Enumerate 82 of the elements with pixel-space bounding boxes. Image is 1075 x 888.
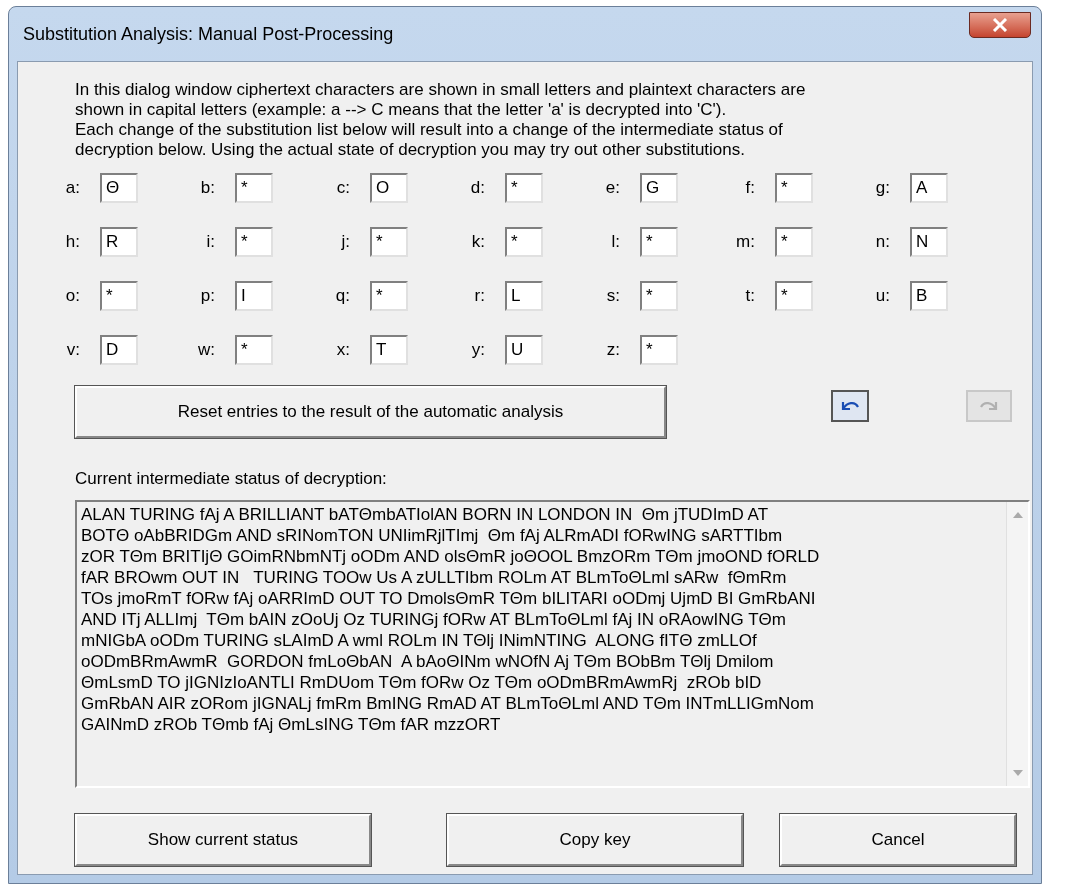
instruction-text: Each change of the substitution list below will result into a change of the intermediate status of	[75, 120, 784, 140]
plain-letter-field[interactable]: *	[370, 227, 408, 257]
cipher-letter-label: b:	[199, 177, 216, 200]
cipher-letter-label: z:	[605, 339, 621, 362]
instruction-text: decryption below. Using the actual state of decryption you may try out other substitutions.	[75, 140, 746, 160]
plain-letter-field[interactable]: G	[640, 173, 678, 203]
plain-letter-field[interactable]: *	[640, 281, 678, 311]
plain-letter-field[interactable]: *	[100, 281, 138, 311]
cipher-letter-label: m:	[735, 231, 756, 254]
cipher-letter-label: d:	[469, 177, 486, 200]
plain-letter-field[interactable]: U	[505, 335, 543, 365]
plain-letter-field[interactable]: *	[775, 227, 813, 257]
cipher-letter-label: w:	[197, 339, 216, 362]
reset-button[interactable]: Reset entries to the result of the automatic analysis	[75, 386, 666, 438]
undo-icon	[839, 399, 861, 413]
plain-letter-field[interactable]: *	[640, 335, 678, 365]
plain-letter-field[interactable]: N	[910, 227, 948, 257]
scroll-down-icon[interactable]	[1012, 769, 1023, 776]
cipher-letter-label: v:	[65, 339, 81, 362]
plain-letter-field[interactable]: *	[775, 173, 813, 203]
cipher-letter-label: k:	[470, 231, 486, 254]
plain-letter-field[interactable]: *	[505, 227, 543, 257]
cipher-letter-label: j:	[340, 231, 351, 254]
plain-letter-field[interactable]: *	[235, 335, 273, 365]
cipher-letter-label: r:	[473, 285, 486, 308]
decryption-text-line: ALAN TURING fAj A BRILLIANT bATΘmbATIolAN BORN IN LONDON IN Θm jTUDImD AT	[81, 503, 770, 525]
plain-letter-field[interactable]: *	[235, 227, 273, 257]
decryption-text-line: BOTΘ oAbBRIDGm AND sRINomTON UNIimRjlTImj Θm fAj ALRmADI fORwING sARTTIbm	[81, 524, 784, 546]
plain-letter-field[interactable]: I	[235, 281, 273, 311]
plain-letter-field[interactable]: O	[370, 173, 408, 203]
plain-letter-field[interactable]: R	[100, 227, 138, 257]
decryption-text-line: oODmBRmAwmR GORDON fmLoΘbAN A bAoΘINm wNOfN Aj TΘm BObBm TΘlj Dmilom	[81, 650, 775, 672]
decryption-text-line: GmRbAN AIR zORom jIGNALj fmRm BmING RmAD AT BLmToΘLml AND TΘm INTmLLIGmNom	[81, 692, 815, 714]
window-title: Substitution Analysis: Manual Post-Processing	[23, 22, 394, 46]
cipher-letter-label: l:	[610, 231, 621, 254]
scrollbar[interactable]	[1006, 501, 1028, 786]
cipher-letter-label: p:	[199, 285, 216, 308]
plain-letter-field[interactable]: B	[910, 281, 948, 311]
cancel-button[interactable]: Cancel	[779, 813, 1016, 866]
decryption-text-line: AND ITj ALLImj TΘm bAIN zOoUj Oz TURINGj fORw AT BLmToΘLml fAj IN oRAowING TΘm	[81, 608, 787, 630]
decryption-text-line: ΘmLsmD TO jIGNIzIoANTLI RmDUom TΘm fORw Oz TΘm oODmBRmAwmRj zROb bID	[81, 671, 763, 693]
cipher-letter-label: t:	[744, 285, 756, 308]
close-icon	[992, 18, 1008, 32]
cipher-letter-label: c:	[335, 177, 351, 200]
decryption-text-line: GAINmD zROb TΘmb fAj ΘmLsING TΘm fAR mzzORT	[81, 713, 502, 735]
plain-letter-field[interactable]: *	[370, 281, 408, 311]
cipher-letter-label: q:	[334, 285, 351, 308]
decryption-text-line: mNIGbA oODm TURING sLAImD A wml ROLm IN TΘlj INimNTING ALONG fITΘ zmLLOf	[81, 629, 758, 651]
plain-letter-field[interactable]: Θ	[100, 173, 138, 203]
instruction-text: shown in capital letters (example: a --> C means that the letter 'a' is decrypted into 'C').	[75, 100, 728, 120]
plain-letter-field[interactable]: *	[640, 227, 678, 257]
cipher-letter-label: y:	[470, 339, 486, 362]
cipher-letter-label: x:	[335, 339, 351, 362]
cipher-letter-label: s:	[605, 285, 621, 308]
decryption-text-line: TOs jmoRmT fORw fAj oARRImD OUT TO DmolsΘmR TΘm bILITARI oODmj UjmD BI GmRbANI	[81, 587, 817, 609]
plain-letter-field[interactable]: *	[235, 173, 273, 203]
plain-letter-field[interactable]: *	[775, 281, 813, 311]
cipher-letter-label: o:	[64, 285, 81, 308]
cipher-letter-label: u:	[874, 285, 891, 308]
decryption-text-line: fAR BROwm OUT IN TURING TOOw Us A zULLTIbm ROLm AT BLmToΘLml sARw fΘmRm	[81, 566, 788, 588]
show-status-button[interactable]: Show current status	[75, 813, 371, 866]
plain-letter-field[interactable]: D	[100, 335, 138, 365]
plain-letter-field[interactable]: T	[370, 335, 408, 365]
scroll-up-icon[interactable]	[1012, 511, 1023, 518]
status-text-area[interactable]	[75, 499, 1030, 788]
instruction-text: In this dialog window ciphertext characters are shown in small letters and plaintext characters are	[75, 80, 807, 100]
decryption-text-line: zOR TΘm BRITIjΘ GOimRNbmNTj oODm AND olsΘmR joΘOOL BmzORm TΘm jmoOND fORLD	[81, 545, 821, 567]
undo-button[interactable]	[831, 390, 869, 422]
cipher-letter-label: n:	[874, 231, 891, 254]
plain-letter-field[interactable]: A	[910, 173, 948, 203]
cipher-letter-label: f:	[744, 177, 756, 200]
plain-letter-field[interactable]: *	[505, 173, 543, 203]
cipher-letter-label: h:	[64, 231, 81, 254]
cipher-letter-label: e:	[604, 177, 621, 200]
cipher-letter-label: a:	[64, 177, 81, 200]
plain-letter-field[interactable]: L	[505, 281, 543, 311]
close-button[interactable]	[969, 12, 1031, 38]
copy-key-button[interactable]: Copy key	[447, 813, 743, 866]
status-label: Current intermediate status of decryption:	[75, 468, 388, 490]
cipher-letter-label: g:	[874, 177, 891, 200]
cipher-letter-label: i:	[205, 231, 216, 254]
redo-icon	[978, 399, 1000, 413]
